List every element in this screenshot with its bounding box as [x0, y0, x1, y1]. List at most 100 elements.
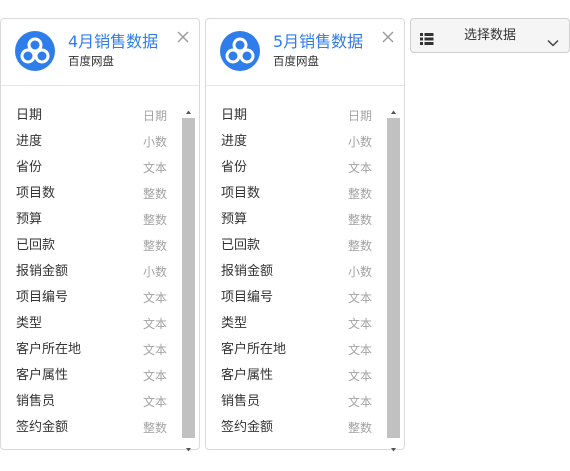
card-title: 5月销售数据 — [273, 32, 364, 51]
field-type: 整数 — [347, 421, 372, 435]
field-type: 日期 — [142, 109, 167, 123]
field-type: 文本 — [142, 317, 167, 331]
field-type: 整数 — [347, 239, 372, 253]
field-row: 项目编号 文本 — [1, 285, 181, 311]
field-type: 小数 — [347, 135, 372, 149]
field-type: 文本 — [347, 317, 372, 331]
field-row: 签约金额 整数 — [206, 415, 386, 441]
card-header: 4月销售数据 百度网盘 — [1, 19, 199, 81]
close-icon[interactable] — [380, 29, 396, 45]
field-name: 签约金额 — [16, 420, 69, 435]
field-type: 整数 — [347, 187, 372, 201]
field-type: 文本 — [347, 161, 372, 175]
baidu-netdisk-logo-icon — [15, 31, 55, 71]
select-data-dropdown[interactable]: 选择数据 — [410, 18, 570, 53]
field-type: 小数 — [142, 265, 167, 279]
field-name: 日期 — [16, 108, 43, 123]
field-name: 项目数 — [16, 186, 56, 201]
scrollbar-thumb[interactable] — [182, 118, 195, 438]
field-name: 客户所在地 — [16, 342, 82, 357]
field-type: 文本 — [347, 395, 372, 409]
scroll-up-arrow-icon[interactable] — [387, 103, 400, 115]
scrollbar-thumb[interactable] — [387, 118, 400, 438]
field-name: 进度 — [16, 134, 43, 149]
field-name: 客户属性 — [221, 368, 274, 383]
field-name: 类型 — [221, 316, 248, 331]
card-subtitle: 百度网盘 — [68, 54, 114, 68]
divider — [206, 85, 404, 86]
field-row: 进度 小数 — [206, 129, 386, 155]
field-list: 日期 日期 进度 小数 省份 文本 项目数 整数 预算 整数 已回款 整数 报销金额 小数 项… — [206, 103, 386, 441]
field-type: 整数 — [142, 187, 167, 201]
close-icon[interactable] — [175, 29, 191, 45]
field-row: 预算 整数 — [1, 207, 181, 233]
field-row: 省份 文本 — [206, 155, 386, 181]
field-row: 已回款 整数 — [1, 233, 181, 259]
scroll-down-arrow-icon[interactable] — [182, 441, 195, 453]
field-type: 小数 — [142, 135, 167, 149]
field-name: 已回款 — [221, 238, 261, 253]
field-name: 预算 — [16, 212, 43, 227]
field-name: 销售员 — [221, 394, 261, 409]
field-name: 类型 — [16, 316, 43, 331]
field-type: 整数 — [142, 213, 167, 227]
field-row: 客户属性 文本 — [1, 363, 181, 389]
field-row: 已回款 整数 — [206, 233, 386, 259]
scroll-up-arrow-icon[interactable] — [182, 103, 195, 115]
field-row: 日期 日期 — [206, 103, 386, 129]
field-type: 文本 — [347, 291, 372, 305]
field-type: 整数 — [142, 421, 167, 435]
field-row: 类型 文本 — [206, 311, 386, 337]
scrollbar[interactable] — [387, 103, 400, 453]
field-row: 客户属性 文本 — [206, 363, 386, 389]
field-name: 项目数 — [221, 186, 261, 201]
field-name: 日期 — [221, 108, 248, 123]
field-type: 文本 — [142, 369, 167, 383]
select-data-label: 选择数据 — [464, 28, 517, 43]
data-source-card-may[interactable]: 5月销售数据 百度网盘 日期 日期 进度 小数 省份 文本 项目数 整数 预算 整数 已回… — [205, 18, 405, 453]
field-type: 文本 — [347, 343, 372, 357]
field-type: 文本 — [142, 343, 167, 357]
field-name: 报销金额 — [16, 264, 69, 279]
field-row: 日期 日期 — [1, 103, 181, 129]
field-type: 文本 — [347, 369, 372, 383]
card-header: 5月销售数据 百度网盘 — [206, 19, 404, 81]
field-name: 省份 — [221, 160, 248, 175]
field-row: 签约金额 整数 — [1, 415, 181, 441]
field-row: 客户所在地 文本 — [1, 337, 181, 363]
field-row: 项目编号 文本 — [206, 285, 386, 311]
field-name: 预算 — [221, 212, 248, 227]
field-row: 类型 文本 — [1, 311, 181, 337]
field-row: 进度 小数 — [1, 129, 181, 155]
field-type: 文本 — [142, 395, 167, 409]
field-type: 文本 — [142, 161, 167, 175]
list-icon — [420, 30, 434, 49]
field-type: 日期 — [347, 109, 372, 123]
card-title: 4月销售数据 — [68, 32, 159, 51]
card-subtitle: 百度网盘 — [273, 54, 319, 68]
field-type: 整数 — [347, 213, 372, 227]
field-row: 预算 整数 — [206, 207, 386, 233]
field-row: 项目数 整数 — [206, 181, 386, 207]
baidu-netdisk-logo-icon — [220, 31, 260, 71]
field-name: 省份 — [16, 160, 43, 175]
field-name: 已回款 — [16, 238, 56, 253]
field-name: 客户属性 — [16, 368, 69, 383]
field-name: 报销金额 — [221, 264, 274, 279]
field-name: 签约金额 — [221, 420, 274, 435]
field-row: 客户所在地 文本 — [206, 337, 386, 363]
field-name: 项目编号 — [16, 290, 69, 305]
field-row: 项目数 整数 — [1, 181, 181, 207]
field-list: 日期 日期 进度 小数 省份 文本 项目数 整数 预算 整数 已回款 整数 报销金额 小数 项… — [1, 103, 181, 441]
field-row: 报销金额 小数 — [1, 259, 181, 285]
scroll-down-arrow-icon[interactable] — [387, 441, 400, 453]
field-name: 项目编号 — [221, 290, 274, 305]
field-name: 销售员 — [16, 394, 56, 409]
field-name: 客户所在地 — [221, 342, 287, 357]
field-row: 报销金额 小数 — [206, 259, 386, 285]
divider — [1, 85, 199, 86]
field-row: 销售员 文本 — [206, 389, 386, 415]
field-row: 销售员 文本 — [1, 389, 181, 415]
scrollbar[interactable] — [182, 103, 195, 453]
data-source-card-april[interactable]: 4月销售数据 百度网盘 日期 日期 进度 小数 省份 文本 项目数 整数 预算 整数 已回… — [0, 18, 200, 453]
